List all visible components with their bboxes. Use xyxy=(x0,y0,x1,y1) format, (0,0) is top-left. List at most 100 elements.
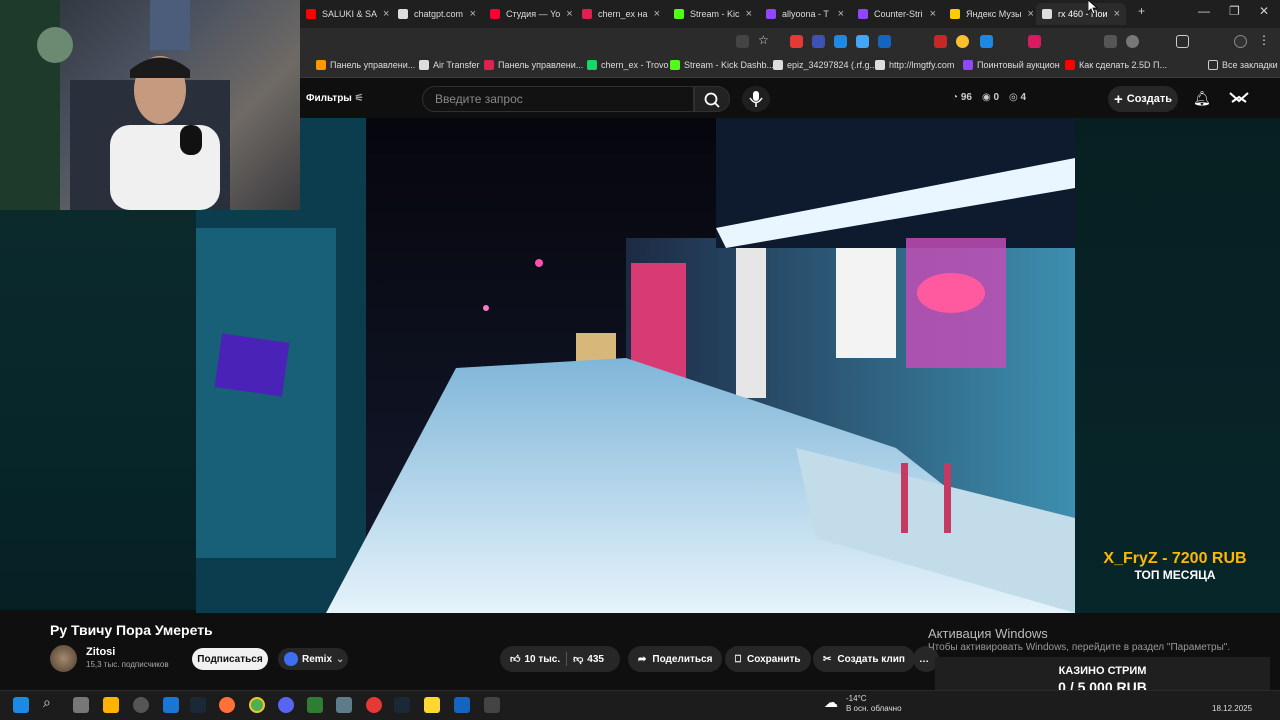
app-icon[interactable] xyxy=(163,697,179,713)
save-button[interactable]: ⎕ Сохранить xyxy=(725,646,811,672)
file-explorer-icon[interactable] xyxy=(103,697,119,713)
close-tab-icon[interactable]: × xyxy=(470,8,476,20)
video-title: Ру Твичу Пора Умереть xyxy=(50,622,213,638)
extension-icon[interactable] xyxy=(812,35,825,48)
close-tab-icon[interactable]: × xyxy=(746,8,752,20)
shield-icon[interactable] xyxy=(454,697,470,713)
tab-favicon-icon xyxy=(766,9,776,19)
extension-icon[interactable] xyxy=(790,35,803,48)
extension-icon[interactable] xyxy=(1028,35,1041,48)
app-icon[interactable] xyxy=(133,697,149,713)
clip-label: Создать клип xyxy=(837,653,905,665)
channel-avatar[interactable] xyxy=(50,645,77,672)
filters-label: Фильтры xyxy=(306,93,352,104)
app-icon[interactable] xyxy=(424,697,440,713)
tab-favicon-icon xyxy=(674,9,684,19)
search-icon[interactable]: ⌕ xyxy=(43,694,59,710)
extension-icon[interactable] xyxy=(1104,35,1117,48)
browser-tab[interactable]: chatgpt.com × xyxy=(392,3,482,25)
close-tab-icon[interactable]: × xyxy=(566,8,572,20)
browser-tab[interactable]: chern_ex на × xyxy=(576,3,666,25)
like-button[interactable]: 👍︎ 10 тыс. xyxy=(510,653,560,666)
browser-tab[interactable]: Counter-Stri × xyxy=(852,3,942,25)
notifications-bell-icon[interactable]: 🔔︎ xyxy=(1193,90,1211,107)
maximize-button[interactable]: ❐ xyxy=(1229,4,1240,18)
subscribe-button[interactable]: Подписаться xyxy=(192,648,268,670)
browser-tab[interactable]: allyoona - T × xyxy=(760,3,850,25)
bookmark-item[interactable]: Stream - Kick Dashb... xyxy=(670,60,774,70)
bookmark-star-icon[interactable]: ☆ xyxy=(758,33,771,47)
yandex-icon[interactable] xyxy=(366,697,382,713)
search-button[interactable] xyxy=(694,86,730,112)
weather-widget[interactable]: -14°C В осн. облачно xyxy=(846,694,902,714)
voice-search-button[interactable] xyxy=(742,86,770,112)
bookmark-item[interactable]: http://lmgtfy.com xyxy=(875,60,954,70)
bookmark-item[interactable]: chern_ex - Trovo xyxy=(587,60,669,70)
browser-tab[interactable]: SALUKI & SA × xyxy=(300,3,390,25)
channel-name[interactable]: Zitosi xyxy=(86,646,115,658)
bookmark-label: Панель управлени... xyxy=(498,60,584,70)
xbox-icon[interactable] xyxy=(307,697,323,713)
app-icon[interactable] xyxy=(336,697,352,713)
firefox-icon[interactable] xyxy=(219,697,235,713)
close-window-button[interactable]: ✕ xyxy=(1259,4,1269,18)
close-tab-icon[interactable]: × xyxy=(654,8,660,20)
extension-icon[interactable] xyxy=(856,35,869,48)
tab-favicon-icon xyxy=(858,9,868,19)
search-input[interactable]: Введите запрос xyxy=(422,86,694,112)
start-button[interactable] xyxy=(13,697,29,713)
bookmark-item[interactable]: Панель управлени... xyxy=(316,60,415,70)
browser-tab[interactable]: Stream - Kic × xyxy=(668,3,758,25)
taskbar-date[interactable]: 18.12.2025 xyxy=(1212,704,1252,713)
extension-icon[interactable] xyxy=(980,35,993,48)
thumbs-up-icon: 👍︎ xyxy=(510,654,521,665)
bookmarks-more-button[interactable]: » xyxy=(880,60,885,70)
browser-tab[interactable]: rx 460 - Пои × xyxy=(1036,3,1126,25)
filters-button[interactable]: Фильтры ⚟ xyxy=(306,93,364,104)
bookmark-item[interactable]: Как сделать 2.5D П... xyxy=(1065,60,1167,70)
close-tab-icon[interactable]: × xyxy=(1114,8,1120,20)
extension-icon[interactable] xyxy=(956,35,969,48)
new-tab-button[interactable]: + xyxy=(1138,4,1145,18)
close-tab-icon[interactable]: × xyxy=(383,8,389,20)
account-avatar[interactable] xyxy=(1228,89,1250,107)
extension-icon[interactable] xyxy=(834,35,847,48)
profile-avatar[interactable] xyxy=(1234,35,1247,48)
chrome-icon[interactable] xyxy=(249,697,265,713)
dislike-button[interactable]: 👎︎ 435 xyxy=(573,653,604,666)
bookmark-label: chern_ex - Trovo xyxy=(601,60,669,70)
steam-icon[interactable] xyxy=(394,697,410,713)
share-button[interactable]: ➦ Поделиться xyxy=(628,646,723,672)
close-tab-icon[interactable]: × xyxy=(1027,8,1033,20)
extension-icon[interactable] xyxy=(1126,35,1139,48)
bookmark-item[interactable]: Панель управлени... xyxy=(484,60,583,70)
bookmark-item[interactable]: Air Transfer xyxy=(419,60,480,70)
bookmark-label: Как сделать 2.5D П... xyxy=(1079,60,1167,70)
browser-tab[interactable]: Яндекс Музы × xyxy=(944,3,1034,25)
install-app-icon[interactable] xyxy=(736,35,749,48)
minimize-button[interactable]: — xyxy=(1198,4,1210,18)
create-button[interactable]: + Создать xyxy=(1108,86,1178,112)
save-label: Сохранить xyxy=(747,653,801,665)
tab-favicon-icon xyxy=(950,9,960,19)
extensions-puzzle-icon[interactable] xyxy=(1176,35,1189,48)
steam-icon[interactable] xyxy=(190,697,206,713)
bookmark-item[interactable]: epiz_34297824 (.rf.g... xyxy=(773,60,877,70)
extension-icon[interactable] xyxy=(878,35,891,48)
tab-label: Яндекс Музы xyxy=(966,9,1022,19)
app-icon[interactable] xyxy=(484,697,500,713)
bookmark-label: Поинтовый аукцион xyxy=(977,60,1060,70)
video-player[interactable] xyxy=(196,118,1075,613)
clip-button[interactable]: ✂ Создать клип xyxy=(813,646,915,672)
bookmark-item[interactable]: Поинтовый аукцион xyxy=(963,60,1060,70)
browser-tab[interactable]: Студия — Yo × xyxy=(484,3,574,25)
task-view-icon[interactable] xyxy=(73,697,89,713)
discord-icon[interactable] xyxy=(278,697,294,713)
remix-button[interactable]: Remix ⌄ xyxy=(278,648,348,670)
close-tab-icon[interactable]: × xyxy=(838,8,844,20)
menu-kebab-icon[interactable]: ⋮ xyxy=(1258,33,1271,47)
extension-icon[interactable] xyxy=(934,35,947,48)
all-bookmarks-button[interactable]: Все закладки xyxy=(1208,60,1278,70)
thumbs-down-icon: 👎︎ xyxy=(573,654,584,665)
close-tab-icon[interactable]: × xyxy=(930,8,936,20)
